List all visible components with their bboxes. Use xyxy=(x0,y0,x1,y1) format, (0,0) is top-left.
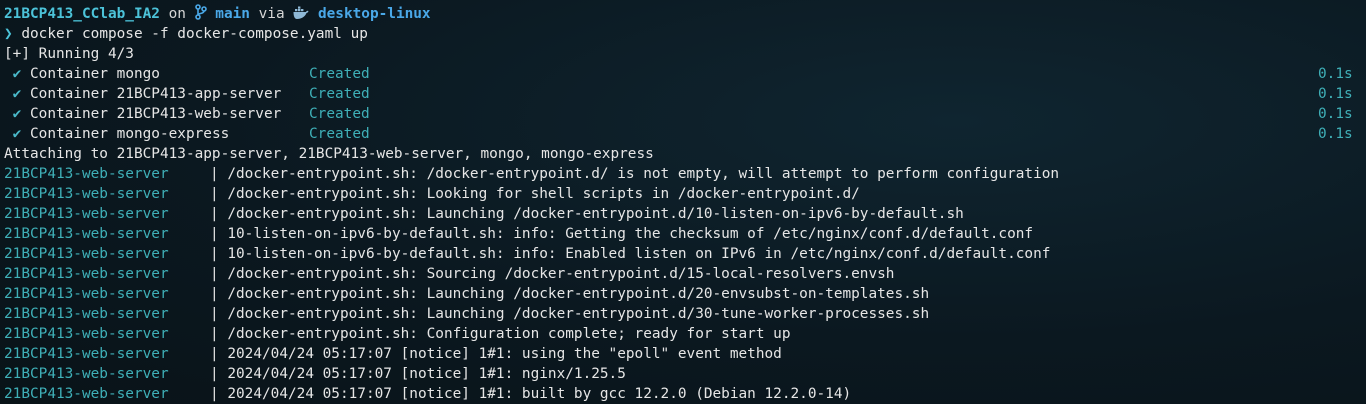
log-message: 2024/04/24 05:17:07 [notice] 1#1: built … xyxy=(227,386,852,402)
container-status: Created xyxy=(309,86,370,102)
log-line: 21BCP413-web-server | /docker-entrypoint.… xyxy=(0,284,1366,304)
prompt-line: 21BCP413_CClab_IA2 on main via desktop-l… xyxy=(0,4,1366,24)
log-message: 2024/04/24 05:17:07 [notice] 1#1: using … xyxy=(227,346,782,362)
log-separator: | xyxy=(210,346,219,362)
log-service: 21BCP413-web-server xyxy=(4,306,169,322)
log-separator: | xyxy=(210,186,219,202)
log-line: 21BCP413-web-server | /docker-entrypoint.… xyxy=(0,204,1366,224)
log-separator: | xyxy=(210,226,219,242)
log-separator: | xyxy=(210,286,219,302)
log-line: 21BCP413-web-server | 2024/04/24 05:17:07… xyxy=(0,364,1366,384)
check-icon: ✔ xyxy=(12,86,22,102)
log-line: 21BCP413-web-server | /docker-entrypoint.… xyxy=(0,184,1366,204)
log-line: 21BCP413-web-server | /docker-entrypoint.… xyxy=(0,264,1366,284)
log-line: 21BCP413-web-server | /docker-entrypoint.… xyxy=(0,304,1366,324)
git-branch-icon xyxy=(194,4,207,22)
log-service: 21BCP413-web-server xyxy=(4,386,169,402)
log-separator: | xyxy=(210,326,219,342)
log-service: 21BCP413-web-server xyxy=(4,366,169,382)
terminal-window[interactable]: 21BCP413_CClab_IA2 on main via desktop-l… xyxy=(0,4,1366,404)
log-service: 21BCP413-web-server xyxy=(4,326,169,342)
log-separator: | xyxy=(210,206,219,222)
log-service: 21BCP413-web-server xyxy=(4,206,169,222)
container-row: ✔ Container mongo Created 0.1s xyxy=(0,64,1366,84)
log-message: /docker-entrypoint.sh: Launching /docker… xyxy=(227,286,930,302)
container-time: 0.1s xyxy=(1318,66,1353,82)
log-separator: | xyxy=(210,246,219,262)
prompt-directory: 21BCP413_CClab_IA2 xyxy=(4,6,160,22)
log-message: /docker-entrypoint.sh: Sourcing /docker-… xyxy=(227,266,895,282)
log-message: /docker-entrypoint.sh: Configuration com… xyxy=(227,326,791,342)
prompt-on-word: on xyxy=(168,6,186,22)
log-separator: | xyxy=(210,386,219,402)
log-separator: | xyxy=(210,366,219,382)
log-line: 21BCP413-web-server | 2024/04/24 05:17:07… xyxy=(0,344,1366,364)
check-icon: ✔ xyxy=(12,126,22,142)
container-row: ✔ Container 21BCP413-web-server Created 0.… xyxy=(0,104,1366,124)
log-service: 21BCP413-web-server xyxy=(4,346,169,362)
container-label: Container mongo-express xyxy=(30,126,230,142)
log-line: 21BCP413-web-server | /docker-entrypoint.… xyxy=(0,164,1366,184)
log-service: 21BCP413-web-server xyxy=(4,186,169,202)
container-label: Container 21BCP413-web-server xyxy=(30,106,282,122)
container-time: 0.1s xyxy=(1318,126,1353,142)
log-line: 21BCP413-web-server | 2024/04/24 05:17:07… xyxy=(0,384,1366,404)
log-message: /docker-entrypoint.sh: Looking for shell… xyxy=(227,186,860,202)
log-message: /docker-entrypoint.sh: Launching /docker… xyxy=(227,306,930,322)
log-service: 21BCP413-web-server xyxy=(4,166,169,182)
container-time: 0.1s xyxy=(1318,106,1353,122)
log-separator: | xyxy=(210,306,219,322)
prompt-symbol: ❯ xyxy=(4,26,13,42)
log-separator: | xyxy=(210,166,219,182)
prompt-via-word: via xyxy=(258,6,285,22)
container-status: Created xyxy=(309,126,370,142)
log-service: 21BCP413-web-server xyxy=(4,246,169,262)
container-time: 0.1s xyxy=(1318,86,1353,102)
command-line[interactable]: ❯ docker compose -f docker-compose.yaml … xyxy=(0,24,1366,44)
log-line: 21BCP413-web-server | 10-listen-on-ipv6-b… xyxy=(0,224,1366,244)
docker-whale-icon xyxy=(293,6,309,22)
container-status: Created xyxy=(309,66,370,82)
log-service: 21BCP413-web-server xyxy=(4,226,169,242)
container-row: ✔ Container mongo-express Created 0.1s xyxy=(0,124,1366,144)
log-service: 21BCP413-web-server xyxy=(4,266,169,282)
check-icon: ✔ xyxy=(12,106,22,122)
container-label: Container mongo xyxy=(30,66,160,82)
log-message: 10-listen-on-ipv6-by-default.sh: info: E… xyxy=(227,246,1051,262)
log-service: 21BCP413-web-server xyxy=(4,286,169,302)
prompt-docker-context: desktop-linux xyxy=(317,6,431,22)
log-message: 10-listen-on-ipv6-by-default.sh: info: G… xyxy=(227,226,1034,242)
running-status: [+] Running 4/3 xyxy=(4,46,134,62)
attaching-line: Attaching to 21BCP413-app-server, 21BCP4… xyxy=(4,146,654,162)
command-text: docker compose -f docker-compose.yaml up xyxy=(21,26,368,42)
check-icon: ✔ xyxy=(12,66,22,82)
log-separator: | xyxy=(210,266,219,282)
log-message: /docker-entrypoint.sh: /docker-entrypoin… xyxy=(227,166,1060,182)
log-line: 21BCP413-web-server | 10-listen-on-ipv6-b… xyxy=(0,244,1366,264)
container-label: Container 21BCP413-app-server xyxy=(30,86,282,102)
prompt-branch: main xyxy=(215,6,250,22)
container-row: ✔ Container 21BCP413-app-server Created 0.… xyxy=(0,84,1366,104)
container-status: Created xyxy=(309,106,370,122)
log-message: 2024/04/24 05:17:07 [notice] 1#1: nginx/… xyxy=(227,366,626,382)
log-message: /docker-entrypoint.sh: Launching /docker… xyxy=(227,206,964,222)
log-line: 21BCP413-web-server | /docker-entrypoint.… xyxy=(0,324,1366,344)
